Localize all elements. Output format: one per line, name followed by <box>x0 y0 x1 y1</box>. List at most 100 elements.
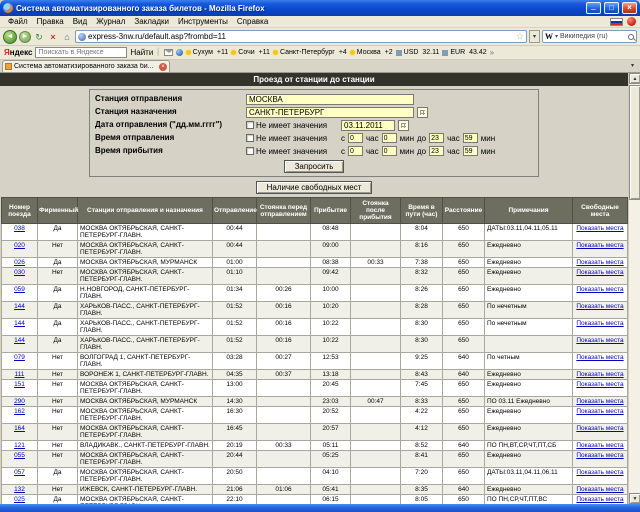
tab-express[interactable]: Система автоматизированного заказа би... <box>2 60 170 72</box>
close-button[interactable] <box>622 2 637 14</box>
arr-to-hour-input[interactable] <box>429 146 444 156</box>
weather-sukhum[interactable]: Сухум +11 <box>186 49 229 56</box>
wikipedia-icon[interactable]: W <box>545 32 553 41</box>
taskbar-strip[interactable] <box>0 504 640 512</box>
scrollbar-thumb[interactable] <box>629 85 640 200</box>
tab-close-icon[interactable] <box>159 63 167 71</box>
yandex-logo[interactable]: Яндекс <box>4 48 32 57</box>
weather-moscow[interactable]: Москва +2 <box>350 49 393 56</box>
date-no-value-checkbox[interactable] <box>246 121 254 129</box>
show-seats-link[interactable]: Показать места <box>576 469 623 476</box>
show-seats-link[interactable]: Показать места <box>576 371 623 378</box>
currency-eur[interactable]: EUR 43.42 <box>442 49 486 56</box>
train-number-link[interactable]: 026 <box>14 259 25 266</box>
show-seats-link[interactable]: Показать места <box>576 398 623 405</box>
dep-to-hour-input[interactable] <box>429 133 444 143</box>
title-bar[interactable]: Система автоматизированного заказа билет… <box>0 0 640 16</box>
arr-to-min-input[interactable] <box>463 146 478 156</box>
train-number-link[interactable]: 038 <box>14 225 25 232</box>
dep-from-hour-input[interactable] <box>348 133 363 143</box>
show-seats-link[interactable]: Показать места <box>576 337 623 344</box>
scroll-down-icon[interactable] <box>629 493 640 504</box>
train-number-link[interactable]: 111 <box>15 371 25 378</box>
currency-usd[interactable]: USD 32.11 <box>396 49 440 56</box>
magnifier-icon[interactable] <box>628 34 634 40</box>
back-button[interactable] <box>3 30 17 44</box>
menu-bookmarks[interactable]: Закладки <box>130 17 173 26</box>
train-number-link[interactable]: 020 <box>14 242 25 249</box>
toolbar-overflow-icon[interactable]: » <box>490 48 494 57</box>
menu-help[interactable]: Справка <box>233 17 272 26</box>
show-seats-link[interactable]: Показать места <box>576 303 623 310</box>
tab-list-button[interactable] <box>627 61 638 72</box>
stop-button[interactable] <box>47 31 59 43</box>
home-button[interactable] <box>61 31 73 43</box>
train-number-link[interactable]: 164 <box>14 425 25 432</box>
scroll-up-icon[interactable] <box>629 73 640 84</box>
calendar-icon[interactable] <box>398 120 409 131</box>
train-number-link[interactable]: 057 <box>14 469 25 476</box>
show-seats-link[interactable]: Показать места <box>576 425 623 432</box>
weather-sochi[interactable]: Сочи +11 <box>231 49 270 56</box>
train-number-link[interactable]: 079 <box>14 354 25 361</box>
services-icon[interactable] <box>176 49 183 56</box>
train-number-link[interactable]: 151 <box>14 381 25 388</box>
menu-file[interactable]: Файл <box>4 17 32 26</box>
show-seats-link[interactable]: Показать места <box>576 225 623 232</box>
train-number-link[interactable]: 025 <box>14 496 25 503</box>
yandex-search-input[interactable] <box>35 47 127 58</box>
vertical-scrollbar[interactable] <box>628 73 640 504</box>
train-number-link[interactable]: 030 <box>14 269 25 276</box>
url-history-dropdown[interactable] <box>529 30 540 43</box>
arr-from-min-input[interactable] <box>382 146 397 156</box>
query-button[interactable]: Запросить <box>284 160 345 173</box>
dep-time-no-value-checkbox[interactable] <box>246 134 254 142</box>
minimize-button[interactable] <box>586 2 601 14</box>
weather-spb[interactable]: Санкт-Петербург +4 <box>273 49 347 56</box>
dep-to-min-input[interactable] <box>463 133 478 143</box>
mail-icon[interactable] <box>164 49 173 56</box>
show-seats-link[interactable]: Показать места <box>576 442 623 449</box>
search-engine-label[interactable]: Википедия (ru) <box>560 33 626 40</box>
search-box[interactable]: W Википедия (ru) <box>542 30 637 43</box>
show-seats-link[interactable]: Показать места <box>576 286 623 293</box>
show-seats-link[interactable]: Показать места <box>576 452 623 459</box>
address-bar[interactable]: express-3nw.ru/default.asp?frombd=11 <box>75 30 527 43</box>
to-station-input[interactable] <box>246 107 414 118</box>
show-seats-link[interactable]: Показать места <box>576 259 623 266</box>
maximize-button[interactable] <box>604 2 619 14</box>
show-seats-link[interactable]: Показать места <box>576 381 623 388</box>
date-input[interactable] <box>341 120 395 131</box>
reload-button[interactable] <box>33 31 45 43</box>
show-seats-link[interactable]: Показать места <box>576 269 623 276</box>
search-engine-dropdown-icon[interactable] <box>555 33 558 40</box>
show-seats-link[interactable]: Показать места <box>576 496 623 503</box>
station-list-icon[interactable] <box>417 107 428 118</box>
bookmark-star-icon[interactable] <box>516 31 524 42</box>
url-text[interactable]: express-3nw.ru/default.asp?frombd=11 <box>88 32 514 41</box>
menu-history[interactable]: Журнал <box>92 17 129 26</box>
train-number-link[interactable]: 162 <box>14 408 25 415</box>
availability-button[interactable]: Наличие свободных мест <box>256 181 373 194</box>
from-station-input[interactable] <box>246 94 414 105</box>
menu-tools[interactable]: Инструменты <box>174 17 232 26</box>
train-number-link[interactable]: 290 <box>14 398 25 405</box>
forward-button[interactable] <box>19 31 31 43</box>
show-seats-link[interactable]: Показать места <box>576 408 623 415</box>
show-seats-link[interactable]: Показать места <box>576 320 623 327</box>
train-number-link[interactable]: 059 <box>14 286 25 293</box>
yandex-find-button[interactable]: Найти <box>130 48 153 57</box>
menu-edit[interactable]: Правка <box>33 17 68 26</box>
show-seats-link[interactable]: Показать места <box>576 486 623 493</box>
menu-view[interactable]: Вид <box>69 17 91 26</box>
extension-icon[interactable] <box>627 17 636 26</box>
train-number-link[interactable]: 144 <box>14 303 25 310</box>
show-seats-link[interactable]: Показать места <box>576 242 623 249</box>
train-number-link[interactable]: 144 <box>14 337 25 344</box>
show-seats-link[interactable]: Показать места <box>576 354 623 361</box>
dep-from-min-input[interactable] <box>382 133 397 143</box>
arr-time-no-value-checkbox[interactable] <box>246 147 254 155</box>
train-number-link[interactable]: 144 <box>14 320 25 327</box>
arr-from-hour-input[interactable] <box>348 146 363 156</box>
train-number-link[interactable]: 121 <box>14 442 25 449</box>
